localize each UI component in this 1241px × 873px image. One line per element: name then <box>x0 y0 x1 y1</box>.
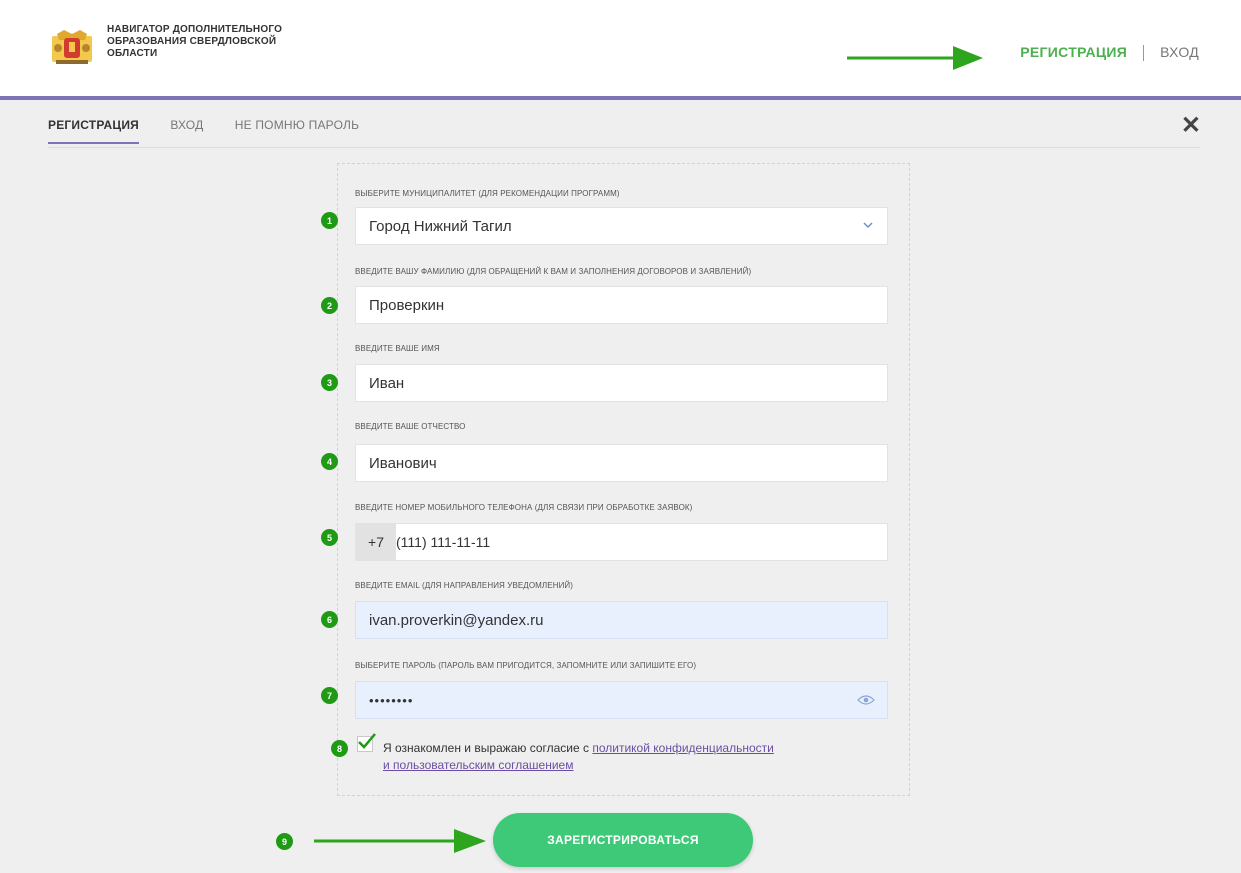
surname-value: Проверкин <box>369 296 445 314</box>
step-badge-3: 3 <box>321 374 338 391</box>
step-badge-5: 5 <box>321 529 338 546</box>
nav-separator <box>1143 45 1145 62</box>
surname-field[interactable]: Проверкин <box>355 286 888 324</box>
tab-login[interactable]: ВХОД <box>170 118 203 142</box>
top-header: НАВИГАТОР ДОПОЛНИТЕЛЬНОГО ОБРАЗОВАНИЯ СВ… <box>0 0 1241 100</box>
close-icon[interactable]: ✕ <box>1181 112 1201 140</box>
password-label: Выберите пароль (пароль вам пригодится, … <box>355 661 697 670</box>
surname-label: Введите вашу фамилию (для обращений к ва… <box>355 267 752 276</box>
step-badge-8: 8 <box>331 740 348 757</box>
password-field[interactable]: •••••••• <box>355 681 888 719</box>
name-value: Иван <box>369 374 405 392</box>
step-badge-7: 7 <box>321 687 338 704</box>
brand-title[interactable]: НАВИГАТОР ДОПОЛНИТЕЛЬНОГО ОБРАЗОВАНИЯ СВ… <box>107 24 337 60</box>
user-agreement-link[interactable]: и пользовательским соглашением <box>383 758 573 772</box>
name-field[interactable]: Иван <box>355 364 888 402</box>
privacy-policy-link[interactable]: политикой конфиденциальности <box>592 741 773 755</box>
email-field[interactable]: ivan.proverkin@yandex.ru <box>355 601 888 639</box>
email-value: ivan.proverkin@yandex.ru <box>369 611 544 629</box>
tab-registration[interactable]: РЕГИСТРАЦИЯ <box>48 118 139 144</box>
municipality-select[interactable]: Город Нижний Тагил <box>355 207 888 245</box>
password-value: •••••••• <box>369 692 414 708</box>
municipality-value: Город Нижний Тагил <box>369 217 512 235</box>
step-badge-1: 1 <box>321 212 338 229</box>
phone-label: Введите номер мобильного телефона (для с… <box>355 503 693 512</box>
eye-icon[interactable] <box>857 694 875 706</box>
phone-field[interactable]: +7 (111) 111-11-11 <box>355 523 888 561</box>
tabs-divider <box>48 147 1200 148</box>
phone-value: (111) 111-11-11 <box>396 534 491 550</box>
phone-country-code: +7 <box>356 524 396 560</box>
brand-line-2: ОБРАЗОВАНИЯ СВЕРДЛОВСКОЙ <box>107 36 277 47</box>
checkmark-icon <box>358 733 376 749</box>
municipality-label: Выберите муниципалитет (для рекомендации… <box>355 189 620 198</box>
step-badge-9: 9 <box>276 833 293 850</box>
consent-text: Я ознакомлен и выражаю согласие с полити… <box>383 740 893 774</box>
name-label: Введите ваше имя <box>355 344 440 353</box>
register-submit-button[interactable]: ЗАРЕГИСТРИРОВАТЬСЯ <box>493 813 753 867</box>
step-badge-6: 6 <box>321 611 338 628</box>
email-label: Введите email (для направления уведомлен… <box>355 581 574 590</box>
auth-tabs: РЕГИСТРАЦИЯ ВХОД НЕ ПОМНЮ ПАРОЛЬ <box>48 118 387 148</box>
brand-line-1: НАВИГАТОР ДОПОЛНИТЕЛЬНОГО <box>107 24 283 35</box>
step-badge-4: 4 <box>321 453 338 470</box>
patronymic-value: Иванович <box>369 454 437 472</box>
annotation-arrow-icon <box>314 829 486 853</box>
patronymic-field[interactable]: Иванович <box>355 444 888 482</box>
coat-of-arms-logo <box>52 30 92 64</box>
consent-checkbox[interactable] <box>357 733 376 752</box>
chevron-down-icon <box>863 222 873 229</box>
tab-forgot-password[interactable]: НЕ ПОМНЮ ПАРОЛЬ <box>235 118 359 142</box>
consent-text-plain: Я ознакомлен и выражаю согласие с <box>383 741 593 755</box>
top-nav: РЕГИСТРАЦИЯ ВХОД <box>1020 44 1199 62</box>
register-link[interactable]: РЕГИСТРАЦИЯ <box>1020 44 1127 60</box>
patronymic-label: Введите ваше отчество <box>355 422 466 431</box>
login-link[interactable]: ВХОД <box>1160 44 1199 60</box>
brand-line-3: ОБЛАСТИ <box>107 48 158 59</box>
annotation-arrow-icon <box>847 46 983 70</box>
step-badge-2: 2 <box>321 297 338 314</box>
